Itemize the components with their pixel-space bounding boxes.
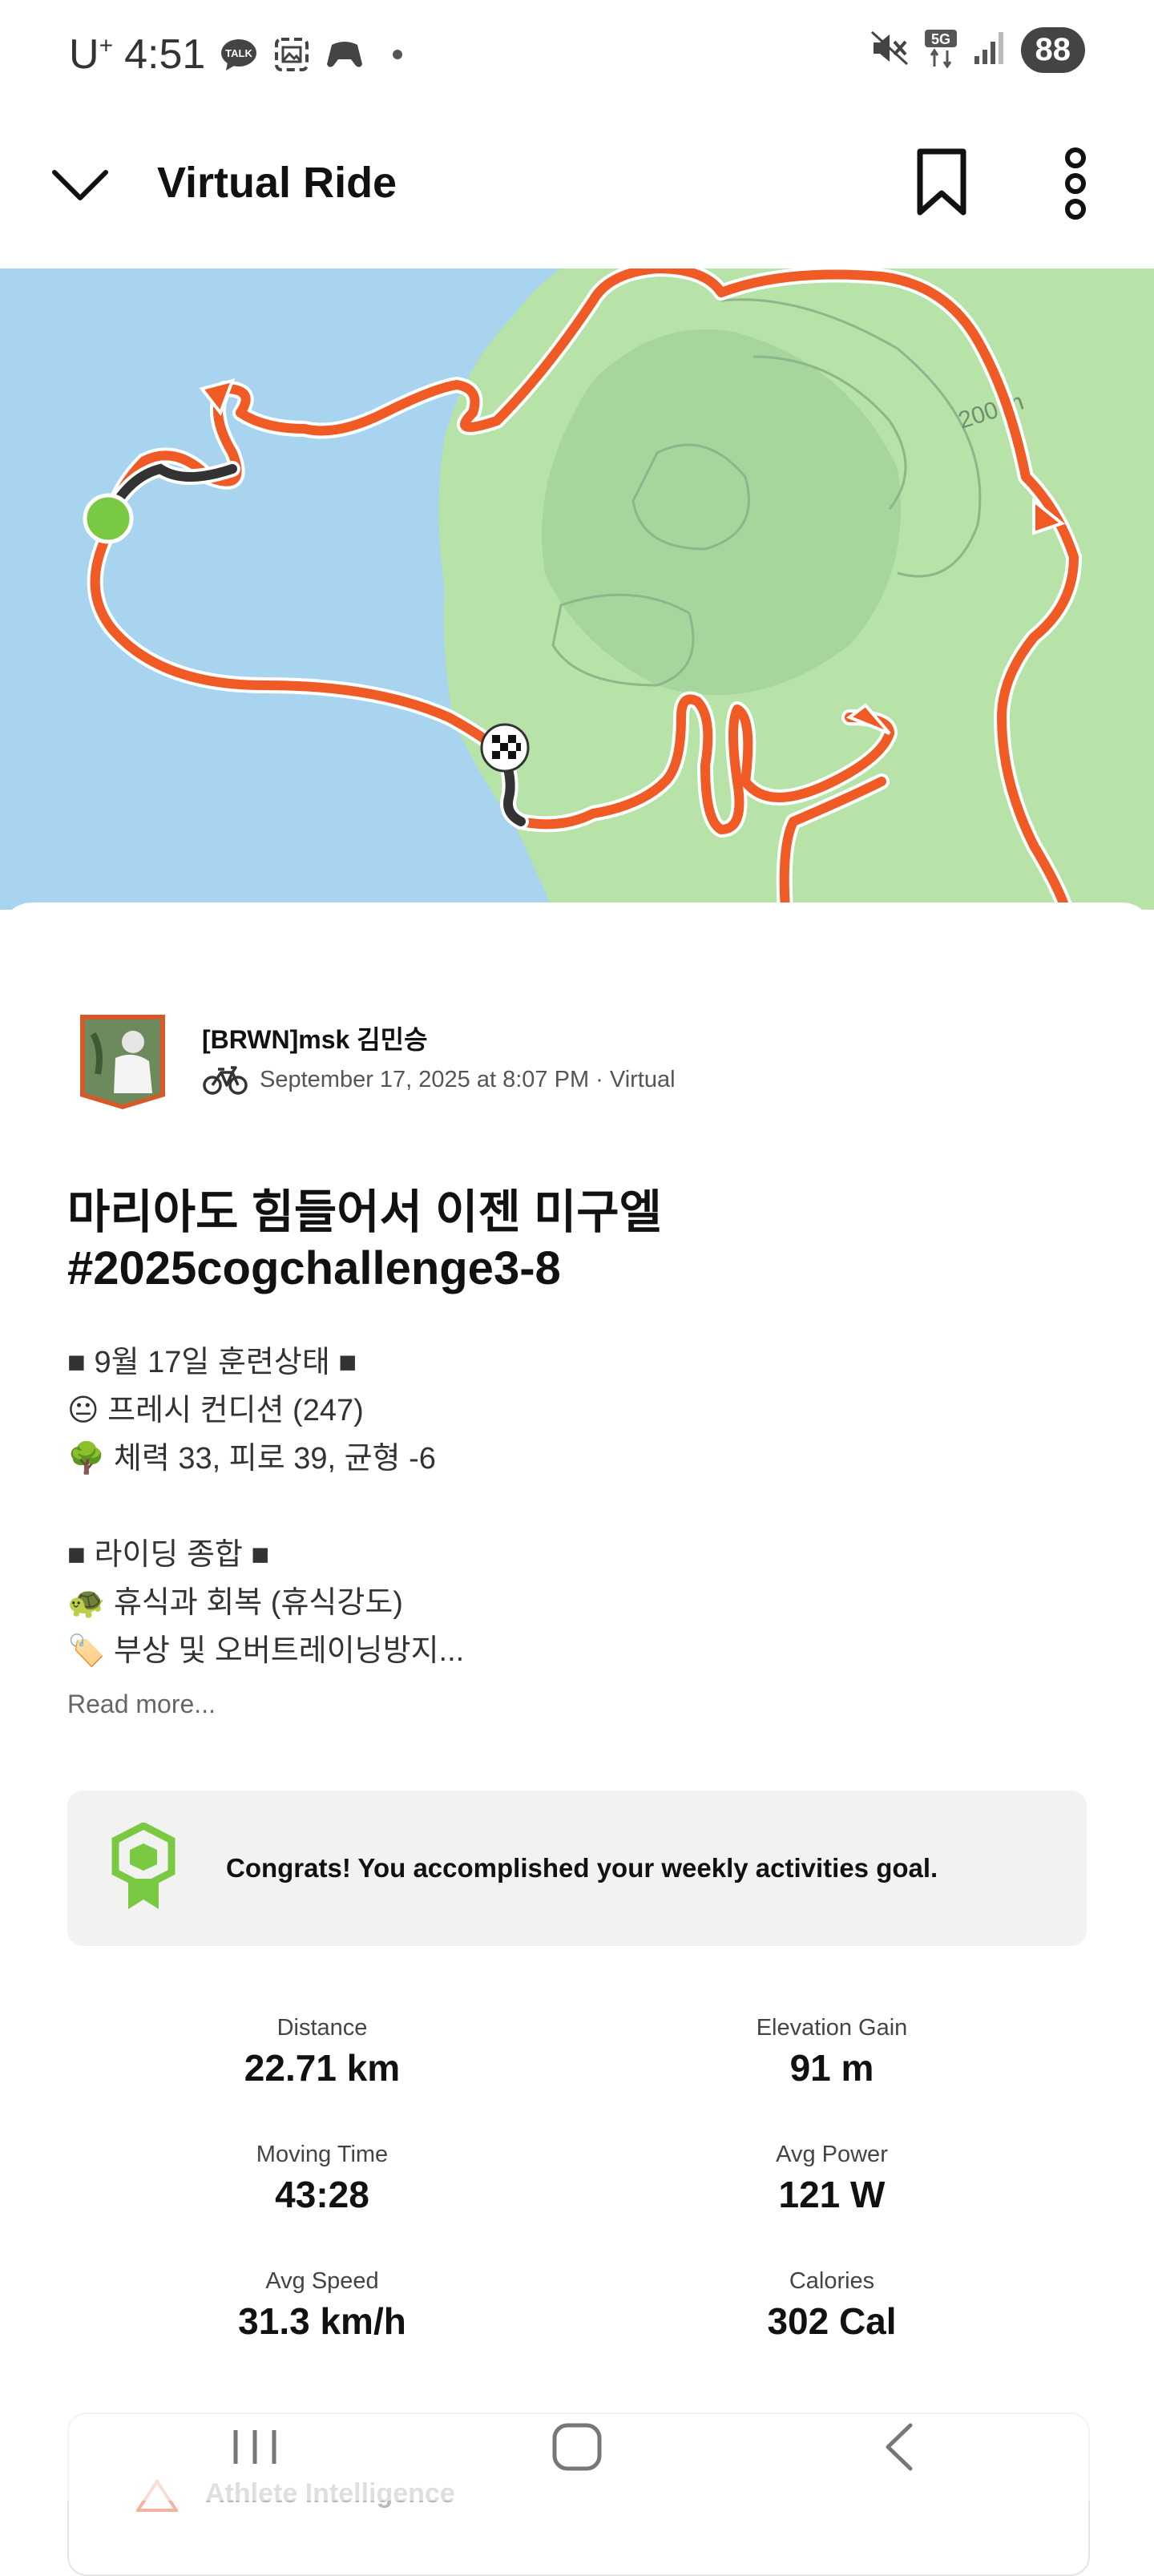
goal-badge-icon [111,1823,176,1912]
stat-value: 121 W [623,2173,1040,2216]
athlete-avatar[interactable] [75,1010,170,1111]
activity-meta: September 17, 2025 at 8:07 PM · Virtual [202,1063,676,1096]
recent-apps-icon[interactable] [223,2419,287,2475]
talk-icon: TALK [220,35,258,74]
stat-moving-time: Moving Time 43:28 [114,2142,531,2216]
stat-label: Avg Power [623,2142,1040,2168]
description-line: 🐢 휴식과 회복 (휴식강도) [67,1577,403,1621]
status-bar: U+ 4:51 TALK 5G 88 [0,0,1154,108]
stat-label: Elevation Gain [623,2015,1040,2041]
status-left: U+ 4:51 TALK [69,24,417,85]
gallery-icon [272,35,311,74]
system-nav-bar [0,2388,1154,2501]
stat-value: 22.71 km [114,2046,531,2089]
stat-label: Moving Time [114,2142,531,2168]
description-line: 😐 프레시 컨디션 (247) [67,1385,364,1429]
map-canvas: 200 m [0,269,1154,910]
stat-elevation-gain: Elevation Gain 91 m [623,2015,1040,2089]
back-icon[interactable] [869,2419,933,2475]
description-line: 🌳 체력 33, 피로 39, 균형 -6 [67,1433,436,1477]
stat-distance: Distance 22.71 km [114,2015,531,2089]
svg-text:5G: 5G [930,31,950,47]
stat-value: 43:28 [114,2173,531,2216]
description-line: ■ 라이딩 종합 ■ [67,1529,269,1573]
stat-label: Calories [623,2268,1040,2295]
stat-value: 91 m [623,2046,1040,2089]
goal-banner[interactable]: Congrats! You accomplished your weekly a… [67,1791,1087,1946]
home-icon[interactable] [545,2419,609,2475]
network-5g-icon: 5G [923,28,958,72]
finish-flag-marker [482,725,528,771]
stat-calories: Calories 302 Cal [623,2268,1040,2343]
stat-label: Avg Speed [114,2268,531,2295]
start-marker [85,495,131,542]
game-icon [325,35,364,74]
clock: 4:51 [124,30,205,79]
battery-indicator: 88 [1021,27,1086,73]
stat-avg-speed: Avg Speed 31.3 km/h [114,2268,531,2343]
bookmark-icon[interactable] [915,148,968,217]
stat-value: 31.3 km/h [114,2299,531,2343]
more-vertical-icon[interactable] [1058,147,1093,220]
stat-label: Distance [114,2015,531,2041]
stat-value: 302 Cal [623,2299,1040,2343]
mute-icon [870,30,909,70]
carrier-label: U+ [69,30,113,79]
dot-icon [378,35,417,74]
description-line: 🏷️ 부상 및 오버트레이닝방지... [67,1625,464,1670]
signal-icon [973,30,1007,70]
activity-date: September 17, 2025 at 8:07 PM · Virtual [260,1067,676,1093]
athlete-name[interactable]: [BRWN]msk 김민승 [202,1019,428,1056]
goal-message: Congrats! You accomplished your weekly a… [226,1853,938,1884]
svg-text:TALK: TALK [225,47,252,59]
top-bar: Virtual Ride [0,108,1154,269]
activity-title: 마리아도 힘들어서 이젠 미구엘#2025cogchallenge3-8 [67,1185,1077,1296]
description-line: ■ 9월 17일 훈련상태 ■ [67,1337,357,1381]
read-more-link[interactable]: Read more... [67,1690,216,1719]
bike-icon [202,1063,248,1096]
page-title: Virtual Ride [157,158,397,208]
route-map[interactable]: 200 m [0,269,1154,910]
status-right: 5G 88 [870,27,1086,73]
chevron-down-icon[interactable] [50,161,111,209]
stat-avg-power: Avg Power 121 W [623,2142,1040,2216]
